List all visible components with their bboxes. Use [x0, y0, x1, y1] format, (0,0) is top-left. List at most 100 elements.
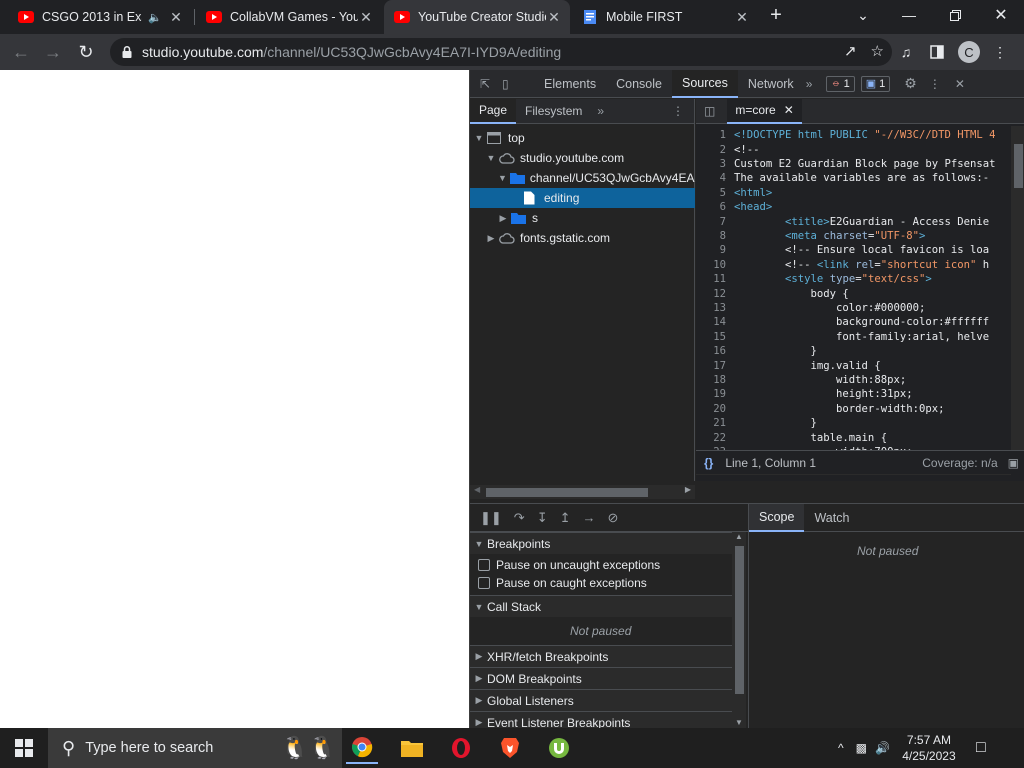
- back-button[interactable]: ←: [8, 39, 34, 65]
- settings-gear-icon[interactable]: ⚙: [904, 75, 917, 92]
- tab-elements[interactable]: Elements: [534, 70, 606, 98]
- step-icon[interactable]: →: [583, 510, 596, 525]
- speaker-icon[interactable]: 🔈: [148, 11, 162, 24]
- scope-status: Not paused: [857, 544, 919, 558]
- tab-mobile-first[interactable]: Mobile FIRST ✕: [572, 0, 758, 34]
- inspect-element-icon[interactable]: ⇱: [480, 77, 494, 91]
- close-window-button[interactable]: ✕: [978, 0, 1024, 30]
- code-editor: ◫ m=core ✕ 1 <!DOCTYPE html PUBLIC "-//W3C…: [696, 98, 1024, 481]
- tree-item-editing[interactable]: editing: [470, 188, 695, 208]
- editor-vscrollbar[interactable]: [1011, 126, 1024, 461]
- close-devtools-icon[interactable]: ✕: [955, 77, 965, 91]
- chrome-app-icon[interactable]: [346, 732, 378, 764]
- close-tab-icon[interactable]: ✕: [168, 9, 184, 26]
- tab-page[interactable]: Page: [470, 98, 517, 124]
- more-tabs-chevron-icon[interactable]: »: [806, 77, 813, 91]
- tab-search-chevron-icon[interactable]: ⌄: [840, 0, 886, 30]
- tab-scope[interactable]: Scope: [749, 503, 805, 532]
- debugger-toolbar: ❚❚ ↷ ↧ ↥ → ⊘: [470, 504, 748, 532]
- page-viewport: [0, 70, 469, 728]
- tree-item-channel-folder[interactable]: ▼ channel/UC53QJwGcbAvy4EA7I: [470, 168, 695, 188]
- section-breakpoints[interactable]: ▼ Breakpoints: [470, 532, 732, 554]
- scope-watch-tabs: Scope Watch: [749, 503, 1024, 532]
- brave-icon[interactable]: [494, 732, 526, 764]
- close-file-icon[interactable]: ✕: [784, 103, 794, 117]
- pause-caught-row[interactable]: Pause on caught exceptions: [470, 574, 732, 592]
- close-tab-icon[interactable]: ✕: [546, 9, 562, 26]
- debugger-vscrollbar[interactable]: ▲ ▼: [732, 532, 746, 729]
- start-button[interactable]: [8, 732, 40, 764]
- debugger-pane: ❚❚ ↷ ↧ ↥ → ⊘ ▼ Breakpoints Pause on uncau…: [470, 503, 1024, 733]
- device-toolbar-icon[interactable]: ▯: [502, 77, 516, 91]
- deactivate-breakpoints-icon[interactable]: ⊘: [608, 510, 619, 526]
- restore-button[interactable]: [932, 0, 978, 30]
- section-global-listeners[interactable]: ▶ Global Listeners: [470, 689, 732, 711]
- tab-csgo[interactable]: CSGO 2013 in Exag 🔈 ✕: [8, 0, 192, 34]
- tree-item-s-folder[interactable]: ▶ s: [470, 208, 695, 228]
- side-panel-icon[interactable]: [927, 42, 947, 62]
- clock[interactable]: 7:57 AM 4/25/2023: [900, 732, 958, 764]
- scroll-left-icon[interactable]: ◀: [474, 485, 480, 494]
- tab-title: YouTube Creator Studio: [418, 10, 546, 24]
- close-tab-icon[interactable]: ✕: [358, 9, 374, 26]
- section-xhr-breakpoints[interactable]: ▶ XHR/fetch Breakpoints: [470, 645, 732, 667]
- bookmark-star-icon[interactable]: ☆: [871, 42, 884, 60]
- navigator-menu-icon[interactable]: ⋮: [672, 104, 684, 118]
- file-tab-m-core[interactable]: m=core ✕: [727, 98, 802, 124]
- show-hidden-icons-chevron-icon[interactable]: ^: [838, 741, 844, 755]
- tab-filesystem[interactable]: Filesystem: [516, 99, 591, 124]
- pause-uncaught-checkbox[interactable]: [478, 559, 490, 571]
- scroll-thumb[interactable]: [735, 546, 744, 694]
- forward-button[interactable]: →: [40, 39, 66, 65]
- tree-item-domain[interactable]: ▼ studio.youtube.com: [470, 148, 695, 168]
- pretty-print-icon[interactable]: {}: [704, 456, 713, 470]
- scroll-down-icon[interactable]: ▼: [735, 718, 743, 727]
- tab-console[interactable]: Console: [606, 70, 672, 98]
- scroll-right-icon[interactable]: ▶: [685, 485, 691, 494]
- error-count-badge[interactable]: ⦵ 1: [826, 75, 855, 92]
- kebab-menu-icon[interactable]: ⋮: [990, 42, 1010, 62]
- navigator-hscrollbar[interactable]: ◀ ▶: [470, 485, 695, 499]
- toggle-debugger-icon[interactable]: ▣: [1008, 456, 1019, 470]
- minimize-button[interactable]: —: [886, 0, 932, 30]
- more-nav-tabs-chevron-icon[interactable]: »: [597, 104, 604, 118]
- scroll-thumb[interactable]: [486, 488, 648, 497]
- scroll-up-icon[interactable]: ▲: [735, 532, 743, 541]
- step-out-icon[interactable]: ↥: [560, 510, 571, 526]
- section-dom-breakpoints[interactable]: ▶ DOM Breakpoints: [470, 667, 732, 689]
- tab-collabvm[interactable]: CollabVM Games - You ✕: [196, 0, 382, 34]
- pause-uncaught-row[interactable]: Pause on uncaught exceptions: [470, 556, 732, 574]
- media-control-icon[interactable]: ♫: [896, 42, 916, 62]
- step-over-icon[interactable]: ↷: [514, 510, 525, 526]
- scroll-thumb[interactable]: [1014, 144, 1023, 188]
- pause-icon[interactable]: ❚❚: [480, 510, 502, 526]
- address-bar[interactable]: studio.youtube.com/channel/UC53QJwGcbAvy…: [110, 38, 892, 66]
- step-into-icon[interactable]: ↧: [537, 510, 548, 526]
- taskbar-search[interactable]: ⚲ Type here to search 🐧🐧: [48, 728, 342, 768]
- pause-caught-checkbox[interactable]: [478, 577, 490, 589]
- tab-sources[interactable]: Sources: [671, 69, 738, 98]
- message-count-badge[interactable]: ▣ 1: [860, 75, 891, 92]
- collapsed-triangle-icon: ▶: [487, 232, 495, 243]
- opera-icon[interactable]: [445, 732, 477, 764]
- file-explorer-icon[interactable]: [396, 732, 428, 764]
- tab-youtube-studio[interactable]: YouTube Creator Studio ✕: [384, 0, 570, 34]
- search-icon: ⚲: [62, 737, 76, 758]
- code-area[interactable]: 1 <!DOCTYPE html PUBLIC "-//W3C//DTD HTML…: [696, 126, 1024, 461]
- network-icon[interactable]: ▩: [856, 741, 867, 755]
- profile-avatar[interactable]: C: [958, 41, 980, 63]
- new-tab-button[interactable]: +: [754, 0, 798, 30]
- reload-button[interactable]: ↻: [73, 39, 99, 65]
- tree-item-top[interactable]: ▼ top: [470, 128, 695, 148]
- volume-icon[interactable]: 🔊: [875, 741, 890, 755]
- close-tab-icon[interactable]: ✕: [734, 9, 750, 26]
- toggle-navigator-icon[interactable]: ◫: [704, 104, 715, 118]
- section-call-stack[interactable]: ▼ Call Stack: [470, 595, 732, 617]
- tab-watch[interactable]: Watch: [804, 504, 859, 532]
- utorrent-icon[interactable]: [543, 732, 575, 764]
- share-icon[interactable]: ↗: [844, 42, 857, 60]
- tab-network[interactable]: Network: [738, 70, 804, 98]
- notifications-icon[interactable]: □: [976, 739, 986, 757]
- devtools-menu-icon[interactable]: ⋮: [929, 77, 941, 91]
- tree-item-fonts-domain[interactable]: ▶ fonts.gstatic.com: [470, 228, 695, 248]
